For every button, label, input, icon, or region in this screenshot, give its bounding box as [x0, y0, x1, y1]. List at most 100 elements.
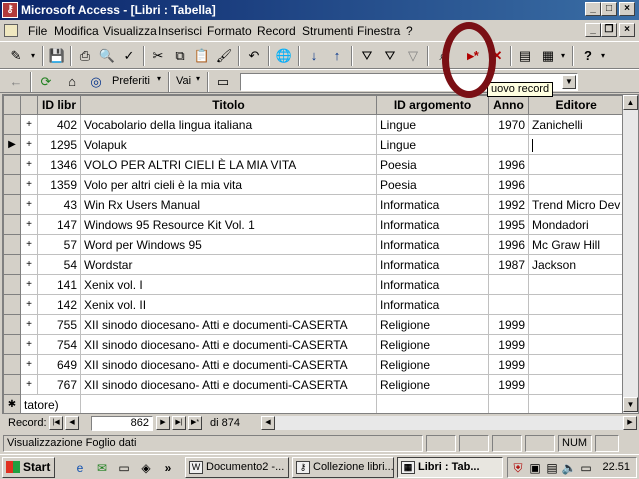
table-row[interactable]: ▶ +1295 Volapuk Lingue — [3, 134, 625, 155]
column-header-editore[interactable]: Editore — [527, 95, 625, 115]
save-icon[interactable]: 💾 — [47, 46, 67, 66]
menu-finestra[interactable]: Finestra — [357, 24, 400, 38]
cell-titolo[interactable]: Wordstar — [80, 254, 377, 275]
cell-titolo[interactable]: Win Rx Users Manual — [80, 194, 377, 215]
row-selector[interactable] — [3, 194, 21, 215]
cell-editore[interactable]: Mondadori — [527, 214, 625, 235]
table-row[interactable]: +142 Xenix vol. II Informatica — [3, 294, 625, 315]
copy-icon[interactable]: ⧉ — [170, 46, 190, 66]
filter-by-form-icon[interactable]: ⛛ — [380, 46, 400, 66]
row-selector[interactable] — [3, 214, 21, 235]
cell-id[interactable]: 402 — [37, 114, 81, 135]
print-icon[interactable]: ⎙ — [75, 46, 95, 66]
menu-formato[interactable]: Formato — [207, 24, 252, 38]
current-row-indicator-icon[interactable]: ▶ — [3, 134, 21, 155]
table-row[interactable]: +649 XII sinodo diocesano- Atti e documen… — [3, 354, 625, 375]
vertical-scrollbar[interactable]: ▲ ▼ — [622, 95, 638, 413]
paste-icon[interactable]: 📋 — [192, 46, 212, 66]
cell-editore[interactable] — [527, 334, 625, 355]
cell-titolo[interactable]: Windows 95 Resource Kit Vol. 1 — [80, 214, 377, 235]
channels-icon[interactable]: ◈ — [138, 460, 154, 476]
expand-icon[interactable]: + — [20, 294, 38, 315]
cell-id[interactable]: 147 — [37, 214, 81, 235]
cell-argomento[interactable] — [376, 394, 489, 413]
hscroll-right-icon[interactable]: ▶ — [623, 416, 637, 430]
row-selector[interactable] — [3, 354, 21, 375]
menu-inserisci[interactable]: Inserisci — [158, 24, 202, 38]
cell-id[interactable]: 767 — [37, 374, 81, 395]
show-web-toolbar-icon[interactable]: ▭ — [213, 72, 233, 92]
outlook-express-icon[interactable]: ✉ — [94, 460, 110, 476]
cell-id[interactable]: 1346 — [37, 154, 81, 175]
cell-anno[interactable]: 1987 — [488, 254, 529, 275]
cell-editore[interactable]: Zanichelli — [527, 114, 625, 135]
volume-icon[interactable]: 🔈 — [561, 460, 577, 476]
cell-anno[interactable]: 1970 — [488, 114, 529, 135]
cell-editore[interactable] — [527, 314, 625, 335]
cell-anno[interactable]: 1996 — [488, 154, 529, 175]
scroll-up-icon[interactable]: ▲ — [623, 95, 638, 110]
cell-titolo[interactable]: VOLO PER ALTRI CIELI È LA MIA VITA — [80, 154, 377, 175]
task-documento2[interactable]: W Documento2 -... — [185, 457, 289, 478]
cell-argomento[interactable]: Informatica — [376, 274, 489, 295]
menu-modifica[interactable]: Modifica — [54, 24, 99, 38]
expand-icon[interactable]: + — [20, 174, 38, 195]
record-number-input[interactable]: 862 — [91, 416, 153, 431]
last-record-icon[interactable]: ▶| — [172, 416, 186, 430]
row-selector[interactable] — [3, 114, 21, 135]
cell-titolo[interactable]: XII sinodo diocesano- Atti e documenti-C… — [80, 334, 377, 355]
cell-titolo[interactable]: Vocabolario della lingua italiana — [80, 114, 377, 135]
cell-id[interactable]: 54 — [37, 254, 81, 275]
expand-icon[interactable]: + — [20, 214, 38, 235]
new-record-indicator-icon[interactable]: ✱ — [3, 394, 21, 413]
column-header-argomento[interactable]: ID argomento — [376, 95, 489, 115]
row-selector[interactable] — [3, 174, 21, 195]
column-header-anno[interactable]: Anno — [488, 95, 529, 115]
network-icon[interactable]: ▣ — [527, 460, 543, 476]
column-header-titolo[interactable]: Titolo — [80, 95, 377, 115]
next-record-icon[interactable]: ▶ — [156, 416, 170, 430]
hscroll-left-icon[interactable]: ◀ — [261, 416, 275, 430]
cell-titolo[interactable]: Volapuk — [80, 134, 377, 155]
cell-anno[interactable]: 1996 — [488, 234, 529, 255]
table-row[interactable]: +755 XII sinodo diocesano- Atti e documen… — [3, 314, 625, 335]
cell-argomento[interactable]: Informatica — [376, 294, 489, 315]
cell-titolo[interactable]: Word per Windows 95 — [80, 234, 377, 255]
expand-icon[interactable]: + — [20, 354, 38, 375]
expand-icon[interactable]: + — [20, 114, 38, 135]
cell-anno[interactable]: 1996 — [488, 174, 529, 195]
cell-id[interactable]: 142 — [37, 294, 81, 315]
cell-anno[interactable]: 1992 — [488, 194, 529, 215]
cell-editore[interactable] — [527, 174, 625, 195]
cell-id[interactable]: 57 — [37, 234, 81, 255]
favorites-button[interactable]: Preferiti — [112, 75, 150, 87]
scheduler-icon[interactable]: ▤ — [544, 460, 560, 476]
cell-argomento[interactable]: Informatica — [376, 234, 489, 255]
row-selector[interactable] — [3, 254, 21, 275]
cell-argomento[interactable]: Religione — [376, 354, 489, 375]
cell-anno[interactable]: 1999 — [488, 354, 529, 375]
show-desktop-icon[interactable]: ▭ — [116, 460, 132, 476]
cell-titolo[interactable]: XII sinodo diocesano- Atti e documenti-C… — [80, 354, 377, 375]
help-icon[interactable]: ? — [578, 46, 598, 66]
start-button[interactable]: Start — [2, 457, 55, 478]
cell-editore[interactable]: Trend Micro Dev — [527, 194, 625, 215]
cell-editore[interactable] — [527, 374, 625, 395]
column-header-id[interactable]: ID libr — [37, 95, 81, 115]
cell-argomento[interactable]: Religione — [376, 374, 489, 395]
first-record-icon[interactable]: |◀ — [49, 416, 63, 430]
table-row[interactable]: +147 Windows 95 Resource Kit Vol. 1 Inform… — [3, 214, 625, 235]
expand-icon[interactable]: + — [20, 194, 38, 215]
table-row[interactable]: +767 XII sinodo diocesano- Atti e documen… — [3, 374, 625, 395]
cell-anno[interactable] — [488, 394, 529, 413]
row-selector[interactable] — [3, 234, 21, 255]
table-row[interactable]: +1346 VOLO PER ALTRI CIELI È LA MIA VITA P… — [3, 154, 625, 175]
task-libri-tabella[interactable]: ▦ Libri : Tab... — [397, 457, 503, 478]
search-web-icon[interactable]: ◎ — [86, 72, 106, 92]
cell-anno[interactable]: 1995 — [488, 214, 529, 235]
table-doc-icon[interactable] — [4, 24, 18, 37]
cell-anno[interactable] — [488, 274, 529, 295]
table-row[interactable]: +1359 Volo per altri cieli è la mia vita P… — [3, 174, 625, 195]
row-selector[interactable] — [3, 274, 21, 295]
row-selector[interactable] — [3, 294, 21, 315]
